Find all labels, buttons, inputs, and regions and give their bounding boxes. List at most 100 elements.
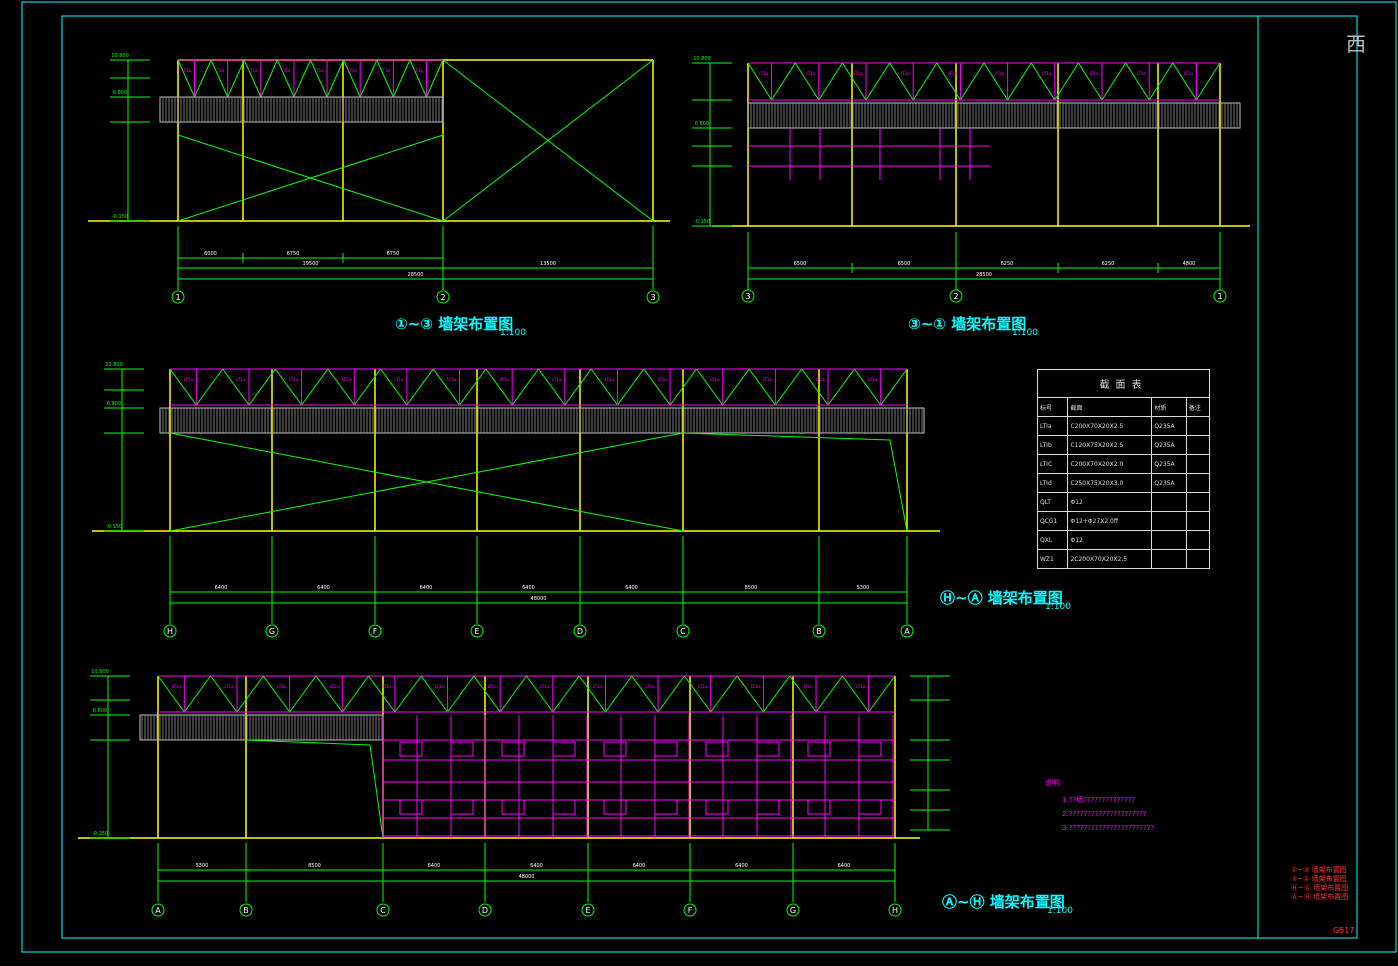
member-tag: LT1a (382, 684, 392, 689)
axis-bubble-label: E (474, 627, 479, 636)
member-tag: LT1a (853, 71, 863, 76)
truss-diagonal (485, 368, 513, 406)
member-tag: LT1a (348, 68, 358, 73)
section-table-cell (1185, 530, 1211, 550)
member-tag: LT1a (995, 71, 1005, 76)
truss-diagonal (771, 62, 796, 101)
truss-diagonal (289, 675, 317, 713)
section-table-header: 备注 (1185, 397, 1211, 417)
wall-cladding (159, 96, 444, 123)
section-table-cell: C250X75X20X3.0 (1067, 473, 1153, 493)
truss-diagonal (1148, 62, 1174, 101)
truss-diagonal (710, 675, 738, 713)
truss-diagonal (260, 59, 278, 98)
truss-diagonal (912, 62, 938, 101)
section-table-cell (1151, 549, 1187, 569)
section-table-cell: 2C200X70X20X2.5 (1067, 549, 1153, 569)
section-table-caption: 截面表 (1037, 369, 1210, 398)
section-table-cell: Q235A (1151, 473, 1187, 493)
truss-diagonal (1007, 62, 1032, 101)
section-table-cell (1185, 454, 1211, 474)
truss-diagonal (459, 368, 487, 406)
truss-diagonal (696, 368, 724, 406)
member-tag: LT1a (1042, 71, 1052, 76)
view3-dim-total-label: 48000 (531, 596, 547, 602)
view3-dim-top-label: 6400 (625, 585, 638, 591)
truss-diagonal (210, 675, 238, 713)
truss-diagonal (195, 368, 224, 406)
truss-diagonal (276, 59, 295, 98)
view2-dim-top-label: 6500 (794, 261, 807, 267)
axis-bubble-label: H (892, 906, 898, 915)
view4-dim-top-label: 6400 (530, 863, 543, 869)
section-table-header: 标号 (1036, 397, 1069, 417)
section-table-cell (1185, 549, 1211, 569)
wall-cladding (159, 407, 925, 434)
notes-line: 3.??????????????????????? (1062, 824, 1155, 832)
truss-diagonal (243, 59, 262, 98)
member-tag: LT1a (184, 377, 194, 382)
member-tag: LT1a (1184, 71, 1194, 76)
view3-dim-top-label: 6400 (317, 585, 330, 591)
view2-dim-total-label: 28500 (976, 272, 992, 278)
view4-dim-top-label: 6400 (633, 863, 646, 869)
view2-dim-top-label: 6250 (1102, 261, 1115, 267)
truss-diagonal (605, 675, 633, 713)
section-table-cell: LTIC (1036, 454, 1069, 474)
truss-diagonal (1030, 62, 1056, 101)
window-opening (705, 799, 729, 815)
section-table-cell: Q235A (1151, 435, 1187, 455)
truss-diagonal (1195, 62, 1221, 101)
truss-diagonal (959, 62, 985, 101)
axis-bubble-label: A (155, 906, 161, 915)
view4-dim-top-label: 6400 (428, 863, 441, 869)
axis-bubble-label: 2 (440, 293, 445, 302)
axis-bubble-label: 1 (175, 293, 180, 302)
window-opening (756, 741, 780, 757)
axis-bubble-label: E (585, 906, 590, 915)
truss-diagonal (868, 675, 896, 713)
member-tag: LT1a (248, 68, 258, 73)
axis-bubble-label: 1 (1217, 292, 1222, 301)
section-table-cell (1185, 511, 1211, 531)
truss-diagonal (578, 675, 606, 713)
section-table-row: LTIa C200X70X20X2.5 Q235A (1036, 416, 1211, 436)
member-tag: LT1a (593, 684, 603, 689)
axis-bubble-label: 2 (953, 292, 958, 301)
axis-bubble-label: F (688, 906, 693, 915)
view4-dim-top-label: 8500 (308, 863, 321, 869)
member-tag: LT1a (901, 71, 911, 76)
section-table-cell: QLT (1036, 492, 1069, 512)
truss-diagonal (794, 62, 820, 101)
window-opening (552, 741, 576, 757)
axis-bubble-label: 3 (650, 293, 655, 302)
truss-diagonal (631, 675, 659, 713)
view4-dim-total-label: 48000 (519, 874, 535, 880)
member-tag: LT1a (806, 71, 816, 76)
truss-diagonal (409, 59, 427, 98)
elevation-label: 10.800 (693, 56, 711, 62)
member-tag: LT1a (1137, 71, 1147, 76)
section-table-cell: LTIa (1036, 416, 1069, 436)
cad-drawing-canvas[interactable]: LT1a LT1a LT1a LT1a LT1a LT1a LT1a LT1a 10.800 6.… (0, 0, 1398, 962)
section-table-cell: C200X70X20X2.0 (1067, 454, 1153, 474)
notes-line: 2.????????????????????? (1062, 810, 1147, 818)
truss-diagonal (315, 675, 343, 713)
member-tag: LT1a (281, 68, 291, 73)
truss-diagonal (684, 675, 712, 713)
section-table-cell: WZ1 (1036, 549, 1069, 569)
elevation-label: 10.800 (111, 53, 129, 59)
truss-diagonal (327, 368, 355, 406)
truss-diagonal (310, 59, 328, 98)
window-opening (450, 799, 474, 815)
member-tag: LT1a (646, 684, 656, 689)
member-tag: LT1a (856, 684, 866, 689)
view2-dim-top-label: 6250 (1001, 261, 1014, 267)
view4-dim-top-label: 6400 (735, 863, 748, 869)
truss-diagonal (222, 368, 250, 406)
member-tag: LT1a (763, 377, 773, 382)
truss-diagonal (353, 368, 381, 406)
truss-diagonal (274, 368, 303, 406)
view4-scale: 1:100 (1047, 906, 1073, 916)
truss-diagonal (722, 368, 750, 406)
